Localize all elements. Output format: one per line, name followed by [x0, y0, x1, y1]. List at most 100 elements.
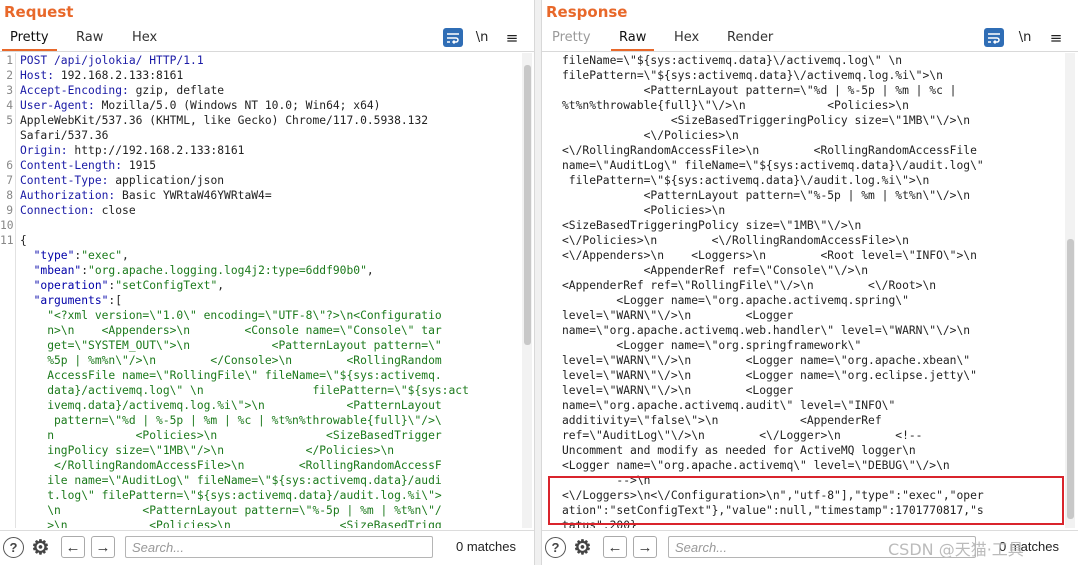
- response-line: ref=\"AuditLog\"\/>\n <\/Logger>\n <!--: [562, 429, 923, 442]
- json-string: pattern=\"%d | %-5p | %m | %c | %t%n%thr…: [20, 414, 442, 427]
- tab-raw[interactable]: Raw: [610, 30, 655, 51]
- settings-gear-icon[interactable]: ⚙: [572, 537, 593, 559]
- json-arg-line: ingPolicy size=\"1MB\"/>\n </Policies>\n: [20, 443, 522, 458]
- code-line: Connection: close: [20, 203, 522, 218]
- response-line: level=\"WARN\"\/>\n <Logger name=\"org.e…: [562, 369, 977, 382]
- line-number: [0, 308, 13, 323]
- newline-toggle-button[interactable]: \n: [472, 28, 492, 47]
- response-line: Uncomment and modify as needed for Activ…: [562, 444, 916, 457]
- header-name: Content-Type:: [20, 174, 109, 187]
- tab-hex[interactable]: Hex: [132, 30, 157, 45]
- help-icon[interactable]: ?: [3, 537, 24, 558]
- json-string: \n <PatternLayout pattern=\"%-5p | %m | …: [20, 504, 442, 517]
- line-number: 8: [6, 189, 13, 202]
- json-string: "<?xml version=\"1.0\" encoding=\"UTF-8\…: [20, 309, 442, 322]
- line-number: 2: [6, 69, 13, 82]
- menu-icon[interactable]: ≡: [502, 28, 522, 47]
- json-string: </RollingRandomAccessFile>\n <RollingRan…: [20, 459, 442, 472]
- word-wrap-icon[interactable]: [443, 28, 463, 47]
- response-line: <Logger name=\"org.apache.activemq\" lev…: [562, 459, 950, 472]
- response-body[interactable]: fileName=\"${sys:activemq.data}\/activem…: [562, 53, 1062, 528]
- response-title: Response: [546, 3, 628, 21]
- code-line: User-Agent: Mozilla/5.0 (Windows NT 10.0…: [20, 98, 522, 113]
- line-number: 1: [6, 54, 13, 67]
- json-arg-line: get=\"SYSTEM_OUT\">\n <PatternLayout pat…: [20, 338, 522, 353]
- line-number: [0, 278, 13, 293]
- line-number: [0, 383, 13, 398]
- response-line: level=\"WARN\"\/>\n <Logger name=\"org.a…: [562, 354, 971, 367]
- watermark: CSDN @天猫·工具: [888, 540, 1024, 559]
- code-line: Content-Type: application/json: [20, 173, 522, 188]
- request-editor[interactable]: 1 2 3 4 5 6 7 8 9 10 11 POST /api/jolokia/ HTTP/1.…: [0, 53, 534, 528]
- response-line: additivity=\"false\">\n <AppenderRef: [562, 414, 882, 427]
- line-number: [0, 518, 13, 528]
- json-colon: :: [81, 264, 89, 277]
- line-number: 10: [0, 219, 14, 232]
- response-line: fileName=\"${sys:activemq.data}\/activem…: [562, 54, 903, 67]
- menu-icon[interactable]: ≡: [1046, 28, 1066, 47]
- json-arg-line: ivemq.data}/activemq.log.%i\">\n <Patter…: [20, 398, 522, 413]
- json-string: get=\"SYSTEM_OUT\">\n <PatternLayout pat…: [20, 339, 442, 352]
- tab-hex[interactable]: Hex: [674, 30, 699, 45]
- header-value: {: [20, 234, 27, 247]
- header-value: application/json: [108, 174, 225, 187]
- tab-raw[interactable]: Raw: [76, 30, 103, 45]
- json-string: >\n <Policies>\n <SizeBasedTrigg: [20, 519, 442, 528]
- json-string: %5p | %m%n\"/>\n </Console>\n <RollingRa…: [20, 354, 442, 367]
- json-arg-line: ile name=\"AuditLog\" fileName=\"${sys:a…: [20, 473, 522, 488]
- json-key: "type": [20, 249, 75, 262]
- json-arg-line: data}/activemq.log\" \n filePattern=\"${…: [20, 383, 522, 398]
- pane-divider[interactable]: [534, 0, 542, 565]
- json-string: ivemq.data}/activemq.log.%i\">\n <Patter…: [20, 399, 442, 412]
- json-string: n <Policies>\n <SizeBasedTrigger: [20, 429, 442, 442]
- line-number: 9: [6, 204, 13, 217]
- line-number: [0, 263, 13, 278]
- request-body[interactable]: POST /api/jolokia/ HTTP/1.1 Host: 192.168…: [20, 53, 522, 528]
- json-key: "arguments": [20, 294, 109, 307]
- response-line: filePattern=\"${sys:activemq.data}\/audi…: [562, 174, 930, 187]
- json-string: "setConfigText": [115, 279, 218, 292]
- line-number: [0, 443, 13, 458]
- header-value: 1915: [122, 159, 157, 172]
- next-match-button[interactable]: →: [633, 536, 657, 558]
- line-number: 3: [6, 84, 13, 97]
- response-line: <\/Appenders>\n <Loggers>\n <Root level=…: [562, 249, 977, 262]
- json-string: n>\n <Appenders>\n <Console name=\"Conso…: [20, 324, 442, 337]
- code-line: Accept-Encoding: gzip, deflate: [20, 83, 522, 98]
- json-string: ile name=\"AuditLog\" fileName=\"${sys:a…: [20, 474, 442, 487]
- settings-gear-icon[interactable]: ⚙: [30, 537, 51, 559]
- next-match-button[interactable]: →: [91, 536, 115, 558]
- line-number: [0, 488, 13, 503]
- json-arg-line: n <Policies>\n <SizeBasedTrigger: [20, 428, 522, 443]
- request-search-bar: ? ⚙ ← → Search... 0 matches: [0, 530, 534, 565]
- line-number: [0, 368, 13, 383]
- request-scroll-thumb[interactable]: [524, 65, 531, 345]
- header-value: Mozilla/5.0 (Windows NT 10.0; Win64; x64…: [94, 99, 381, 112]
- json-arg-line: AccessFile name=\"RollingFile\" fileName…: [20, 368, 522, 383]
- header-name: POST /api/jolokia/ HTTP/1.1: [20, 54, 204, 67]
- code-line: {: [20, 233, 522, 248]
- json-arg-line: </RollingRandomAccessFile>\n <RollingRan…: [20, 458, 522, 473]
- line-number: [0, 143, 13, 158]
- response-scroll-thumb[interactable]: [1067, 239, 1074, 519]
- header-value: AppleWebKit/537.36 (KHTML, like Gecko) C…: [20, 114, 429, 127]
- line-number: 6: [6, 159, 13, 172]
- request-search-input[interactable]: Search...: [125, 536, 433, 558]
- help-icon[interactable]: ?: [545, 537, 566, 558]
- code-line: Authorization: Basic YWRtaW46YWRtaW4=: [20, 188, 522, 203]
- request-pane: Request Pretty Raw Hex \n ≡ 1 2 3 4 5 6 7 8 9 10 1…: [0, 0, 534, 565]
- word-wrap-icon[interactable]: [984, 28, 1004, 47]
- newline-toggle-button[interactable]: \n: [1015, 28, 1035, 47]
- tab-pretty[interactable]: Pretty: [2, 30, 57, 51]
- line-number: [0, 323, 13, 338]
- response-scrollbar[interactable]: [1065, 53, 1075, 528]
- tab-render[interactable]: Render: [727, 30, 773, 45]
- line-number: [0, 353, 13, 368]
- request-tabs: Pretty Raw Hex \n ≡: [0, 27, 534, 52]
- prev-match-button[interactable]: ←: [61, 536, 85, 558]
- prev-match-button[interactable]: ←: [603, 536, 627, 558]
- header-value: Safari/537.36: [20, 129, 109, 142]
- tab-pretty[interactable]: Pretty: [552, 30, 591, 45]
- request-scrollbar[interactable]: [522, 53, 532, 528]
